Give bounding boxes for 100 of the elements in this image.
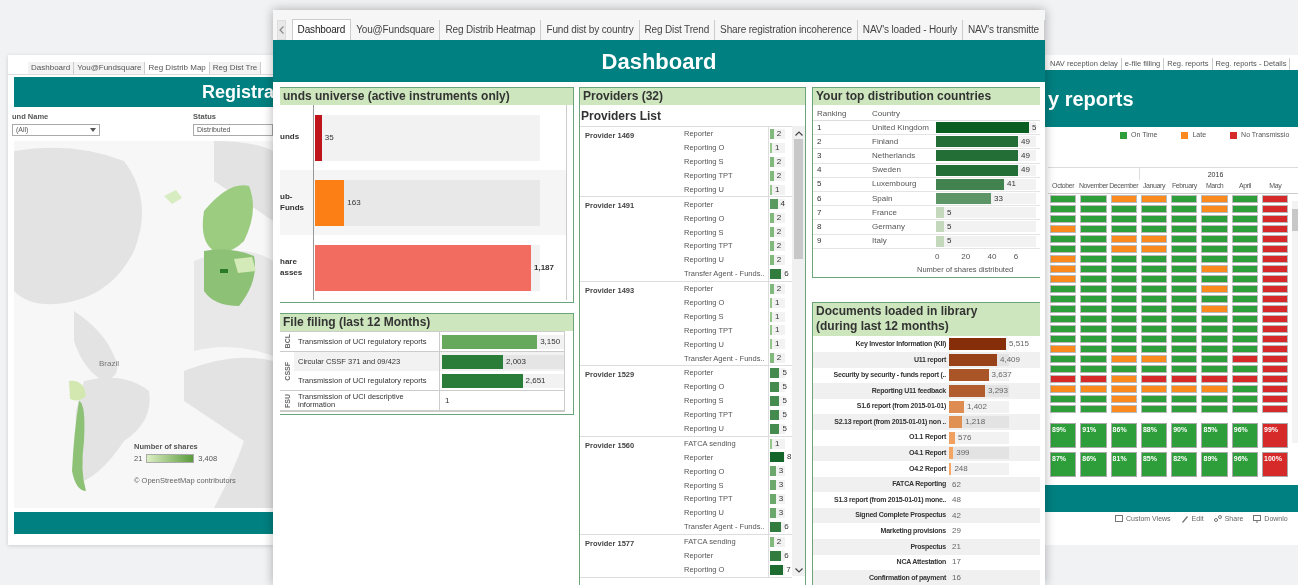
bar-value: 42 [952,509,961,522]
bar-value: 1,187 [534,261,555,274]
country-cell-text: Spain [872,192,894,205]
bar-value: 5 [947,220,952,233]
bar-value: 3 [778,465,784,478]
bar-value: 5 [782,380,787,393]
dashboard-title: Dashboard [601,47,717,76]
bar-value: 2 [776,535,782,548]
chevron-down-icon [794,568,803,573]
country-cell-text: United Kingdom [872,121,930,134]
country-cell-text: Netherlands [872,149,917,162]
pencil-icon [1180,515,1189,524]
rank-cell-text: 2 [817,135,823,148]
bar-value: 2,651 [525,374,546,387]
country-label: Brazil [99,358,119,371]
bar-value: 3,150 [540,335,561,348]
bar-label: unds [280,132,301,143]
panel-title: Providers (32) [580,88,805,105]
axis-tick: 6 [1013,250,1020,263]
bar-value: 3,637 [991,369,1012,382]
bar-value: 6 [784,267,789,280]
axis-tick: 0 [935,250,941,263]
bar-value: 2 [776,240,782,253]
panel-title: unds universe (active instruments only) [280,88,573,105]
bar-value: 3 [778,479,784,492]
bar-value: 1,402 [967,400,988,413]
chevron-left-icon [278,26,284,34]
axis-tick: 40 [987,250,998,263]
chevron-up-icon [794,131,803,136]
monitor-icon [1115,515,1123,524]
bar-value: 4,409 [1000,353,1021,366]
panel-title: Your top distribution countries [813,88,1040,105]
bar-value: 21 [952,540,961,553]
bar-value: 5,515 [1009,338,1030,351]
rank-cell-text: 9 [817,235,823,248]
bar-value: 2 [776,352,782,365]
bar-value: 1 [774,324,780,337]
bar-value: 399 [956,447,970,460]
bar-value: 1 [774,437,780,450]
country-cell-text: Luxembourg [872,178,918,191]
bar-value: 17 [952,556,961,569]
bar-value: 1 [445,394,450,407]
rank-cell-text: 7 [817,206,823,219]
bar-value: 2 [776,282,782,295]
bar-value: 5 [782,367,787,380]
bar-value: 1 [774,310,780,323]
tab[interactable]: You@Fundsquare [74,61,146,74]
scrollbar-thumb[interactable] [1292,208,1298,231]
bar-value: 1 [774,141,780,154]
country-cell-text: Italy [872,235,888,248]
bar-value: 41 [1007,178,1016,191]
bar-value: 5 [947,206,952,219]
bar-value: 3 [778,493,784,506]
rank-cell-text: 8 [817,220,823,233]
bar-value: 3 [778,507,784,519]
bar-value: 5 [947,235,952,248]
bar-value: 5 [782,422,787,435]
country-cell-text: France [872,206,898,219]
bar-label: ub-Funds [280,192,305,213]
bar-value: 7 [786,563,791,576]
bar-value: 49 [1021,135,1030,148]
column-header: Ranking [817,108,848,120]
bar-value: 33 [994,192,1003,205]
list-title: Providers List [580,108,663,125]
panel-title: Documents loaded in library (during last 12 months) [813,303,1040,337]
back-button[interactable] [277,20,286,40]
bar-value: 29 [952,525,961,538]
scrollbar-thumb[interactable] [794,139,803,259]
bar-value: 2 [776,226,782,239]
bar-value: 576 [958,431,972,444]
bar-value: 48 [952,494,961,507]
column-header: Country [872,108,901,120]
bar-value: 3,293 [988,384,1009,397]
tab[interactable]: Dashboard [291,19,352,40]
bar-value: 49 [1021,164,1030,177]
bar-value: 248 [954,462,968,475]
rank-cell-text: 5 [817,178,823,191]
tab[interactable]: Reg Dist Tre [209,61,262,74]
bar-label: hare asses [280,257,304,278]
dashboard-title: y reports [1048,86,1134,112]
bar-value: 4 [780,198,785,211]
bar-value: 5 [782,408,787,421]
bar-value: 1 [774,338,780,351]
country-cell-text: Germany [872,220,906,233]
tab[interactable]: Dashboard [28,61,75,74]
rank-cell-text: 3 [817,149,823,162]
scrollbar[interactable] [1292,200,1298,443]
bar-value: 1 [774,183,780,196]
bar-value: 62 [952,478,961,491]
caret-icon [90,128,96,133]
bar-value: 1,218 [965,416,986,429]
bar-value: 2,003 [506,355,527,368]
bar-value: 6 [784,549,789,562]
bar-value: 5 [1032,121,1037,134]
axis-tick: 20 [961,250,972,263]
scrollbar[interactable] [792,126,805,576]
panel-title: File filing (last 12 Months) [280,314,573,331]
bar-value: 16 [952,572,961,585]
bar-value: 1 [774,296,780,309]
bar-value: 49 [1021,149,1030,162]
